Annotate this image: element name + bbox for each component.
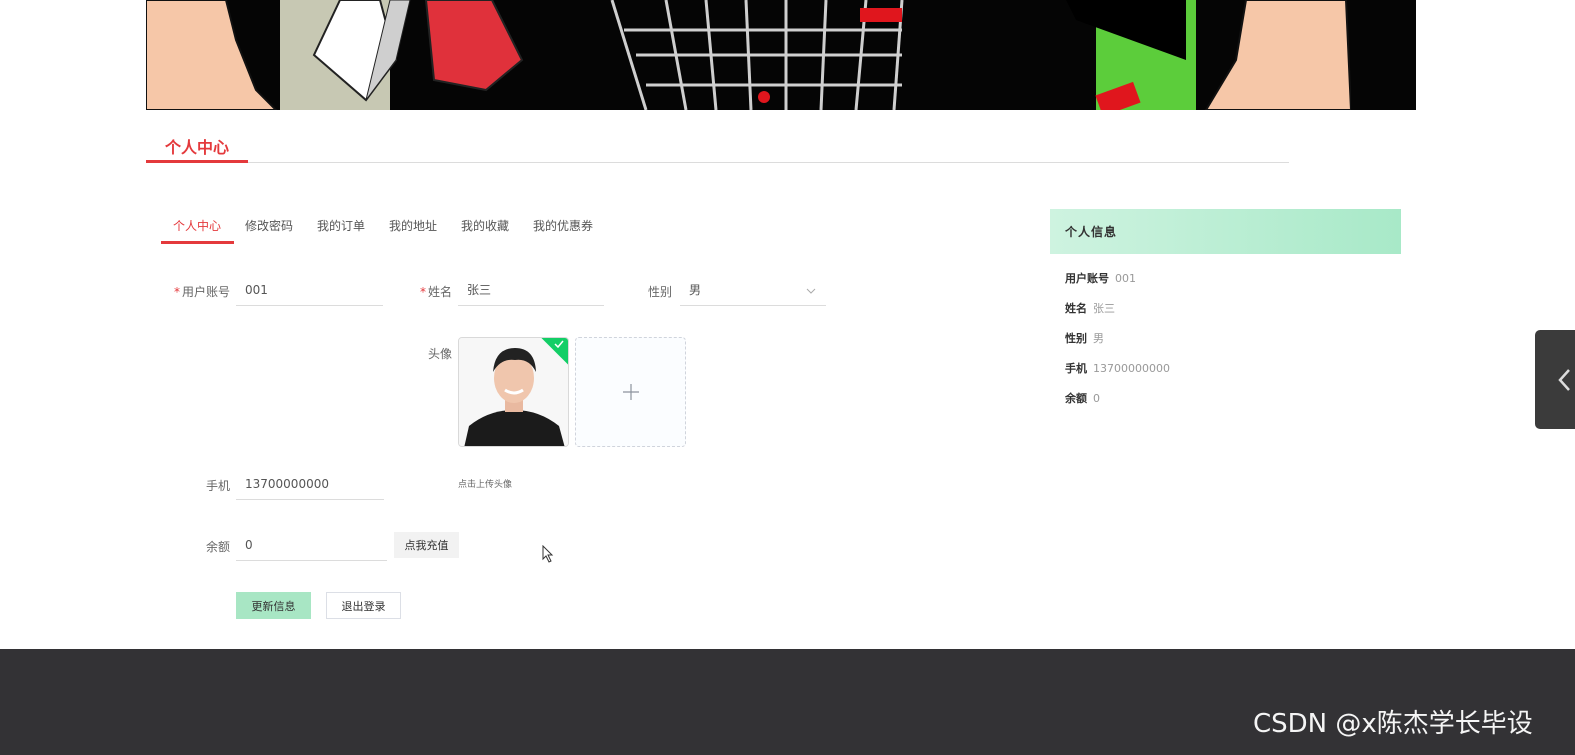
section-title-underline xyxy=(146,160,248,163)
tab-my-orders[interactable]: 我的订单 xyxy=(317,217,365,234)
avatar-upload-button[interactable] xyxy=(575,337,686,447)
name-input[interactable]: 张三 xyxy=(458,276,604,306)
check-icon xyxy=(554,339,564,352)
balance-label: 余额 xyxy=(205,540,230,554)
required-mark: * xyxy=(419,285,426,299)
gender-select[interactable]: 男 xyxy=(680,276,826,306)
info-row-gender: 性别男 xyxy=(1065,332,1104,345)
required-mark: * xyxy=(173,285,180,299)
phone-input[interactable]: 13700000000 xyxy=(236,470,384,500)
watermark-text: CSDN @x陈杰学长毕设 xyxy=(1253,709,1533,739)
tab-my-address[interactable]: 我的地址 xyxy=(389,217,437,234)
avatar xyxy=(459,338,568,446)
gender-label: 性别 xyxy=(647,285,672,299)
update-info-button[interactable]: 更新信息 xyxy=(236,592,311,619)
tab-profile[interactable]: 个人中心 xyxy=(173,217,221,234)
balance-input[interactable]: 0 xyxy=(236,531,387,561)
info-row-account: 用户账号 001 xyxy=(1065,272,1136,285)
mouse-cursor-icon xyxy=(542,544,554,567)
chevron-down-icon xyxy=(806,285,816,299)
tab-my-coupons[interactable]: 我的优惠券 xyxy=(533,217,593,234)
info-row-phone: 手机 13700000000 xyxy=(1065,362,1170,375)
tab-change-password[interactable]: 修改密码 xyxy=(245,217,293,234)
page-title: 个人中心 xyxy=(165,138,230,157)
upload-tip: 点击上传头像 xyxy=(458,480,513,490)
account-input[interactable]: 001 xyxy=(236,276,383,306)
active-tab-indicator xyxy=(161,241,234,244)
plus-icon xyxy=(622,384,639,400)
gender-selected-value: 男 xyxy=(689,283,702,297)
banner-image xyxy=(146,0,1416,110)
phone-label: 手机 xyxy=(205,479,230,493)
sidebar-toggle-button[interactable] xyxy=(1535,330,1575,429)
recharge-button[interactable]: 点我充值 xyxy=(394,532,459,558)
chevron-left-icon xyxy=(1558,368,1570,391)
account-label: * 用户账号 xyxy=(173,285,230,299)
logout-button[interactable]: 退出登录 xyxy=(326,592,401,619)
shopping-banner-illustration xyxy=(146,0,1416,110)
profile-panel-title: 个人信息 xyxy=(1050,209,1401,254)
avatar-preview[interactable] xyxy=(458,337,569,447)
tab-my-favorites[interactable]: 我的收藏 xyxy=(461,217,509,234)
info-row-balance: 余额 0 xyxy=(1065,392,1100,405)
section-divider xyxy=(146,162,1289,163)
name-label: * 姓名 xyxy=(419,285,452,299)
info-row-name: 姓名 张三 xyxy=(1065,302,1115,315)
avatar-label: 头像 xyxy=(427,347,452,361)
